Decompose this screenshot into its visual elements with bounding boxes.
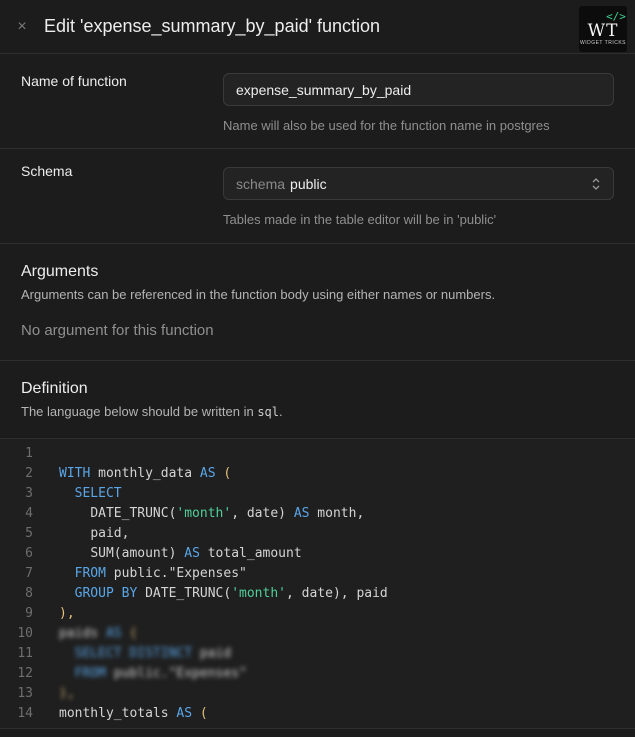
function-name-row: Name of function expense_summary_by_paid… (0, 54, 635, 149)
definition-description: The language below should be written in … (21, 404, 283, 419)
language-code: sql (257, 405, 280, 419)
arguments-empty-message: No argument for this function (21, 322, 214, 339)
line-number: 4 (25, 506, 33, 521)
line-number: 7 (25, 566, 33, 581)
editor-line: 10 paids AS ( (0, 624, 635, 644)
line-number: 8 (25, 586, 33, 601)
line-number: 12 (17, 666, 33, 681)
line-number: 1 (25, 446, 33, 461)
schema-select-prefix: schema (236, 175, 286, 192)
editor-line: 9), (0, 604, 635, 624)
logo-text: WT (587, 21, 619, 41)
schema-help: Tables made in the table editor will be … (223, 212, 497, 227)
editor-line: 1 (0, 444, 635, 464)
schema-row: Schema schema public Tables made in the t… (0, 149, 635, 244)
close-icon[interactable]: × (0, 18, 44, 36)
line-number: 9 (25, 606, 33, 621)
dialog-header: × Edit 'expense_summary_by_paid' functio… (0, 0, 635, 54)
line-number: 6 (25, 546, 33, 561)
line-number: 10 (17, 626, 33, 641)
line-number: 5 (25, 526, 33, 541)
arguments-section: Arguments Arguments can be referenced in… (0, 244, 635, 361)
widget-tricks-logo: </> WT WIDGET TRICKS (579, 6, 627, 52)
line-number: 11 (17, 646, 33, 661)
sql-code-editor[interactable]: 1 2 WITH monthly_data AS ( 3 SELECT 4 DAT… (0, 438, 635, 729)
schema-select-value: public (290, 175, 327, 192)
definition-title: Definition (21, 380, 88, 397)
editor-line: 6 SUM(amount) AS total_amount (0, 544, 635, 564)
editor-line: 14 monthly_totals AS ( (0, 704, 635, 724)
line-number: 14 (17, 706, 33, 721)
editor-line: 11 SELECT DISTINCT paid (0, 644, 635, 664)
editor-line: 4 DATE_TRUNC('month', date) AS month, (0, 504, 635, 524)
line-number: 3 (25, 486, 33, 501)
function-name-input[interactable]: expense_summary_by_paid (223, 73, 614, 106)
logo-subtext: WIDGET TRICKS (579, 40, 627, 46)
editor-line: 3 SELECT (0, 484, 635, 504)
schema-label: Schema (21, 163, 73, 179)
editor-line: 8 GROUP BY DATE_TRUNC('month', date), pa… (0, 584, 635, 604)
arguments-title: Arguments (21, 263, 99, 280)
editor-line: 2 WITH monthly_data AS ( (0, 464, 635, 484)
dialog-title: Edit 'expense_summary_by_paid' function (44, 16, 381, 36)
editor-line: 5 paid, (0, 524, 635, 544)
function-name-label: Name of function (21, 73, 127, 89)
line-number: 13 (17, 686, 33, 701)
chevron-up-down-icon (591, 177, 601, 191)
editor-line: 12 FROM public."Expenses" (0, 664, 635, 684)
editor-line: 13), (0, 684, 635, 704)
definition-section: Definition The language below should be … (0, 361, 635, 439)
function-name-help: Name will also be used for the function … (223, 118, 550, 133)
line-number: 2 (25, 466, 33, 481)
schema-select[interactable]: schema public (223, 167, 614, 200)
arguments-description: Arguments can be referenced in the funct… (21, 287, 496, 302)
editor-line: 7 FROM public."Expenses" (0, 564, 635, 584)
